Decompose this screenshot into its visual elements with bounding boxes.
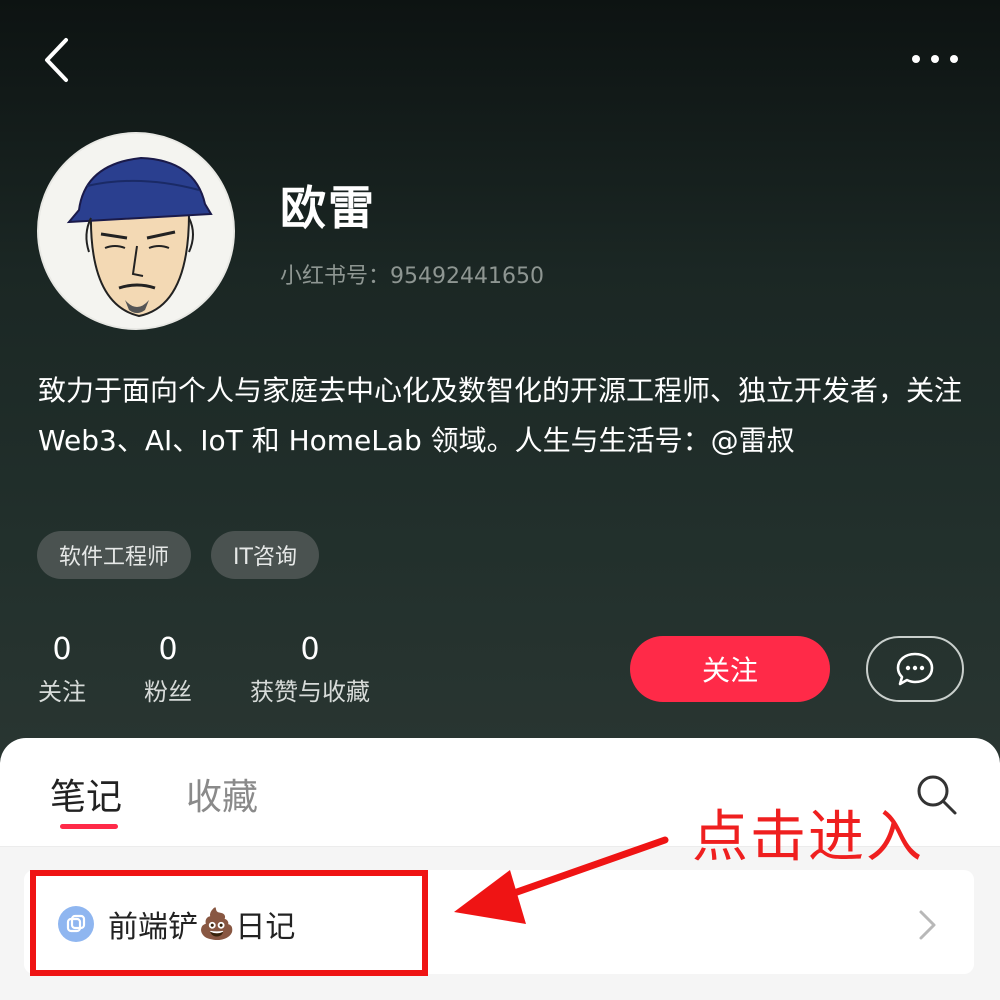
stat-value: 0 (52, 632, 72, 667)
tag-it-consulting: IT咨询 (211, 531, 319, 579)
annotation-arrow-icon (454, 836, 669, 924)
tag-software-engineer: 软件工程师 (37, 531, 192, 579)
more-dots-icon (912, 55, 958, 63)
chat-bubble-icon (896, 652, 934, 686)
avatar[interactable] (37, 132, 235, 330)
stat-value: 0 (158, 632, 178, 667)
stat-likes-collects[interactable]: 0 获赞与收藏 (250, 630, 370, 714)
stat-following[interactable]: 0 关注 (38, 630, 86, 714)
stat-label: 关注 (38, 678, 86, 706)
back-button[interactable] (36, 34, 76, 86)
message-button[interactable] (866, 636, 964, 702)
profile-stats: 0 关注 0 粉丝 0 获赞与收藏 (38, 630, 428, 714)
annotation-highlight-box (30, 870, 428, 976)
active-tab-indicator (60, 824, 118, 829)
avatar-illustration (39, 134, 233, 328)
more-options-button[interactable] (910, 44, 960, 74)
annotation-callout: 点击进入 (692, 805, 924, 870)
stat-label: 获赞与收藏 (250, 678, 370, 706)
red-id: 小红书号：95492441650 (280, 264, 544, 289)
stat-label: 粉丝 (144, 678, 192, 706)
tab-collections[interactable]: 收藏 (186, 768, 258, 820)
profile-bio: 致力于面向个人与家庭去中心化及数智化的开源工程师、独立开发者，关注 Web3、A… (38, 374, 963, 457)
tab-notes[interactable]: 笔记 (50, 768, 122, 820)
chevron-left-icon (45, 38, 68, 82)
profile-tags: 软件工程师 IT咨询 (37, 531, 319, 579)
follow-button[interactable]: 关注 (630, 636, 830, 702)
stat-followers[interactable]: 0 粉丝 (144, 630, 192, 714)
profile-name: 欧雷 (280, 181, 376, 235)
stat-value: 0 (300, 632, 320, 667)
chevron-right-icon (914, 908, 940, 942)
